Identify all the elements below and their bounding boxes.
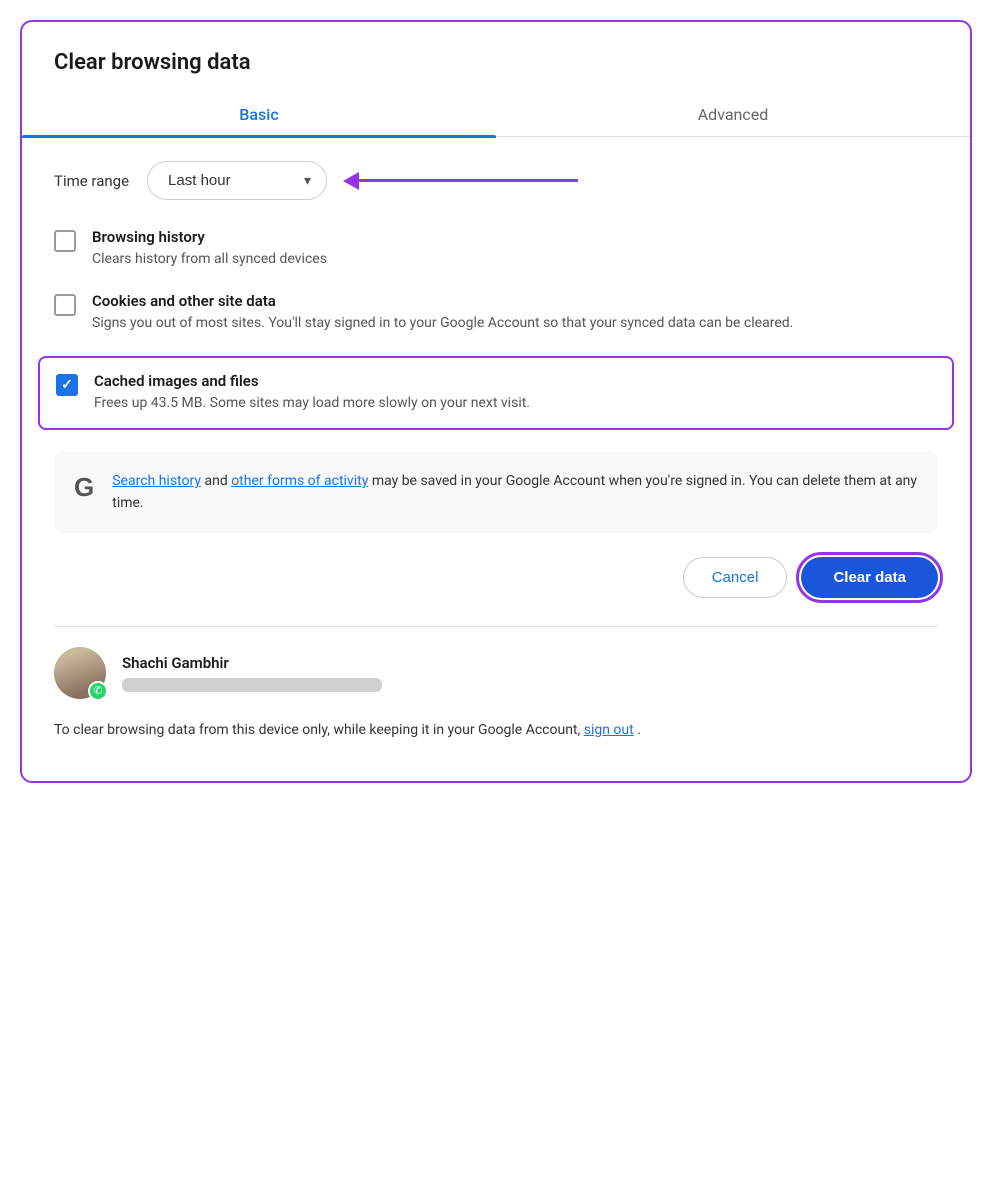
option-text-cached: Cached images and files Frees up 43.5 MB… [94,372,936,414]
option-desc-browsing-history: Clears history from all synced devices [92,249,938,270]
clear-browsing-data-dialog: Clear browsing data Basic Advanced Time … [20,20,972,783]
option-text-cookies: Cookies and other site data Signs you ou… [92,292,938,334]
other-forms-link[interactable]: other forms of activity [231,473,368,489]
info-text-and: and [204,473,231,489]
option-text-browsing-history: Browsing history Clears history from all… [92,228,938,270]
option-row-browsing-history: Browsing history Clears history from all… [54,228,938,270]
avatar-wrapper: ✆ [54,647,106,699]
footer-text-before: To clear browsing data from this device … [54,722,584,738]
checkbox-cookies[interactable] [54,294,76,316]
option-desc-cookies: Signs you out of most sites. You'll stay… [92,313,938,334]
user-email-blurred [122,678,382,692]
annotation-arrow [343,172,578,190]
option-title-cookies: Cookies and other site data [92,292,938,310]
checkbox-browsing-history[interactable] [54,230,76,252]
info-box-text: Search history and other forms of activi… [112,470,918,515]
arrow-line [358,179,578,182]
button-row: Cancel Clear data [54,557,938,598]
cancel-button[interactable]: Cancel [683,557,788,598]
divider [54,626,938,627]
footer-text: To clear browsing data from this device … [54,719,938,761]
whatsapp-badge: ✆ [88,681,108,701]
option-row-cached: Cached images and files Frees up 43.5 MB… [38,356,954,430]
dialog-content: Time range Last hour Last 24 hours Last … [22,137,970,781]
user-row: ✆ Shachi Gambhir [54,647,938,699]
tab-basic[interactable]: Basic [22,91,496,136]
option-desc-cached: Frees up 43.5 MB. Some sites may load mo… [94,393,936,414]
clear-data-button[interactable]: Clear data [801,557,938,598]
sign-out-link[interactable]: sign out [584,722,634,738]
dialog-title: Clear browsing data [22,22,970,91]
whatsapp-icon: ✆ [93,684,102,697]
time-range-wrapper: Last hour Last 24 hours Last 7 days Last… [147,161,578,200]
option-title-browsing-history: Browsing history [92,228,938,246]
google-account-info-box: G Search history and other forms of acti… [54,452,938,533]
user-info: Shachi Gambhir [122,654,938,692]
tab-advanced[interactable]: Advanced [496,91,970,136]
arrow-head-icon [343,172,359,190]
google-logo: G [74,472,94,503]
search-history-link[interactable]: Search history [112,473,201,489]
option-row-cookies: Cookies and other site data Signs you ou… [54,292,938,334]
time-range-row: Time range Last hour Last 24 hours Last … [54,161,938,200]
checkbox-cached[interactable] [56,374,78,396]
time-range-select[interactable]: Last hour Last 24 hours Last 7 days Last… [147,161,327,200]
footer-text-after: . [637,722,641,738]
tabs-container: Basic Advanced [22,91,970,137]
time-range-label: Time range [54,172,129,190]
user-name: Shachi Gambhir [122,654,938,672]
option-title-cached: Cached images and files [94,372,936,390]
